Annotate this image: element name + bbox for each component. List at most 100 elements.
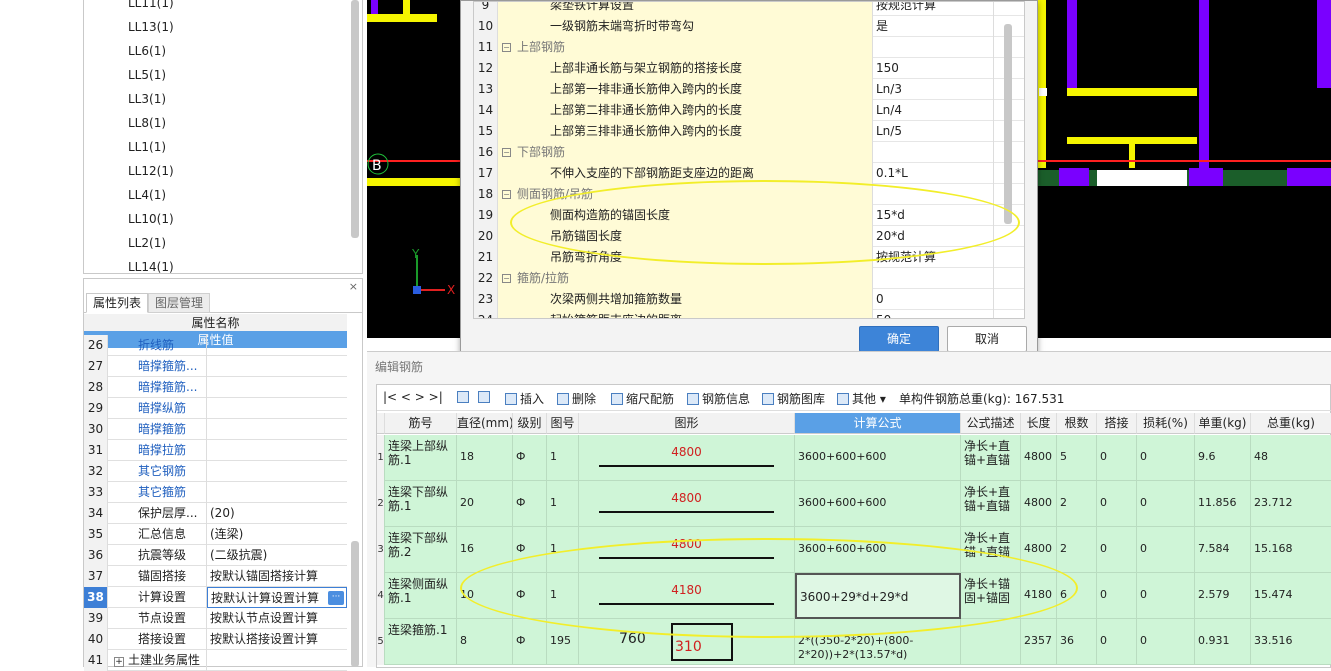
cell-formula[interactable]: 3600+600+600 xyxy=(795,435,961,481)
other-dropdown[interactable]: 其他 ▾ xyxy=(837,390,886,407)
cell-bar-name[interactable]: 连梁下部纵筋.1 xyxy=(385,481,457,527)
cell-lap[interactable]: 0 xyxy=(1097,573,1137,619)
cell-total-weight[interactable]: 33.516 xyxy=(1251,619,1331,665)
column-header-row-number[interactable] xyxy=(377,413,385,434)
column-header-bar-name[interactable]: 筋号 xyxy=(385,413,457,434)
setting-value[interactable]: Ln/5 xyxy=(873,121,994,142)
property-row[interactable]: 26 折线筋 xyxy=(84,335,347,356)
cell-diameter[interactable]: 18 xyxy=(457,435,513,481)
property-value-editor[interactable]: 按默认计算设置计算 ··· xyxy=(207,587,347,608)
settings-row[interactable]: 15 上部第三排非通长筋伸入跨内的长度 Ln/5 xyxy=(474,121,1024,142)
column-header-grade[interactable]: 级别 xyxy=(513,413,547,434)
cell-formula-description[interactable]: 净长+直锚+直锚 xyxy=(961,435,1021,481)
settings-row[interactable]: 9 梁垫铁计算设置 按规范计算 xyxy=(474,2,1024,16)
property-value[interactable] xyxy=(207,482,347,503)
table-row[interactable]: 1 连梁上部纵筋.1 18 Ф 1 4800 3600+600+600 净长+直锚+直锚 480… xyxy=(377,435,1331,481)
settings-row[interactable]: 12 上部非通长筋与架立钢筋的搭接长度 150 xyxy=(474,58,1024,79)
cell-length[interactable]: 2357 xyxy=(1021,619,1057,665)
setting-value[interactable]: 是 xyxy=(873,16,994,37)
expand-icon[interactable]: + xyxy=(114,657,124,667)
column-header-figure-number[interactable]: 图号 xyxy=(547,413,579,434)
move-up-icon[interactable] xyxy=(457,390,472,404)
setting-value[interactable]: Ln/4 xyxy=(873,100,994,121)
rebar-info-button[interactable]: 钢筋信息 xyxy=(687,390,750,407)
cell-bar-name[interactable]: 连梁上部纵筋.1 xyxy=(385,435,457,481)
property-value[interactable] xyxy=(207,461,347,482)
tab-property-list[interactable]: 属性列表 xyxy=(86,293,149,313)
cell-figure-number[interactable]: 1 xyxy=(547,435,579,481)
settings-group-row[interactable]: 22− 箍筋/拉筋 xyxy=(474,268,1024,289)
cell-figure-number[interactable]: 1 xyxy=(547,481,579,527)
table-row[interactable]: 2 连梁下部纵筋.1 20 Ф 1 4800 3600+600+600 净长+直锚+直锚 480… xyxy=(377,481,1331,527)
cell-total-weight[interactable]: 48 xyxy=(1251,435,1331,481)
tree-item[interactable]: LL4(1) xyxy=(128,187,166,203)
column-header-total-weight[interactable]: 总重(kg) xyxy=(1251,413,1331,434)
property-row[interactable]: 41 + 土建业务属性 xyxy=(84,650,347,671)
setting-value[interactable]: Ln/3 xyxy=(873,79,994,100)
cell-diameter[interactable]: 20 xyxy=(457,481,513,527)
tree-item[interactable]: LL6(1) xyxy=(128,43,166,59)
property-value[interactable]: (连梁) xyxy=(207,524,347,545)
property-row[interactable]: 27 暗撑箍筋... xyxy=(84,356,347,377)
property-value[interactable] xyxy=(207,440,347,461)
setting-value[interactable]: 150 xyxy=(873,58,994,79)
collapse-icon[interactable]: − xyxy=(502,274,511,283)
setting-value[interactable]: 0.1*L xyxy=(873,163,994,184)
tree-item[interactable]: LL1(1) xyxy=(128,139,166,155)
cell-formula[interactable]: 3600+600+600 xyxy=(795,481,961,527)
cell-total-weight[interactable]: 23.712 xyxy=(1251,481,1331,527)
property-row-selected[interactable]: 38 计算设置 按默认计算设置计算 ··· xyxy=(84,587,347,608)
cell-grade[interactable]: Ф xyxy=(513,481,547,527)
cell-loss[interactable]: 0 xyxy=(1137,527,1195,573)
ellipsis-button[interactable]: ··· xyxy=(328,591,344,605)
cell-count[interactable]: 2 xyxy=(1057,481,1097,527)
cell-lap[interactable]: 0 xyxy=(1097,527,1137,573)
property-row[interactable]: 37 锚固搭接 按默认锚固搭接计算 xyxy=(84,566,347,587)
property-value[interactable]: 按默认锚固搭接计算 xyxy=(207,566,347,587)
property-row[interactable]: 28 暗撑箍筋... xyxy=(84,377,347,398)
setting-value[interactable]: 50 xyxy=(873,310,994,318)
column-header-diameter[interactable]: 直径(mm) xyxy=(457,413,513,434)
cell-loss[interactable]: 0 xyxy=(1137,481,1195,527)
tree-item[interactable]: LL3(1) xyxy=(128,91,166,107)
tree-item[interactable]: LL8(1) xyxy=(128,115,166,131)
column-header-formula[interactable]: 计算公式 xyxy=(795,413,961,434)
settings-group-row[interactable]: 16− 下部钢筋 xyxy=(474,142,1024,163)
property-value[interactable] xyxy=(207,398,347,419)
settings-row[interactable]: 10 一级钢筋末端弯折时带弯勾是 xyxy=(474,16,1024,37)
property-row[interactable]: 35 汇总信息 (连梁) xyxy=(84,524,347,545)
cell-unit-weight[interactable]: 2.579 xyxy=(1195,573,1251,619)
property-scrollbar[interactable] xyxy=(351,541,359,667)
cell-lap[interactable]: 0 xyxy=(1097,481,1137,527)
ok-button[interactable]: 确定 xyxy=(859,326,939,352)
cell-total-weight[interactable]: 15.168 xyxy=(1251,527,1331,573)
property-value[interactable]: 按默认节点设置计算 xyxy=(207,608,347,629)
property-value[interactable] xyxy=(207,419,347,440)
column-header-shape[interactable]: 图形 xyxy=(579,413,795,434)
settings-row[interactable]: 13 上部第一排非通长筋伸入跨内的长度 Ln/3 xyxy=(474,79,1024,100)
insert-button[interactable]: 插入 xyxy=(505,390,544,407)
cell-unit-weight[interactable]: 11.856 xyxy=(1195,481,1251,527)
property-group-name[interactable]: + 土建业务属性 xyxy=(108,650,207,671)
collapse-icon[interactable]: − xyxy=(502,43,511,52)
cell-grade[interactable]: Ф xyxy=(513,619,547,665)
cell-count[interactable]: 36 xyxy=(1057,619,1097,665)
property-value[interactable] xyxy=(207,335,347,356)
cell-total-weight[interactable]: 15.474 xyxy=(1251,573,1331,619)
cell-lap[interactable]: 0 xyxy=(1097,619,1137,665)
tree-item[interactable]: LL12(1) xyxy=(128,163,174,179)
column-header-lap[interactable]: 搭接 xyxy=(1097,413,1137,434)
property-row[interactable]: 30 暗撑箍筋 xyxy=(84,419,347,440)
tree-scrollbar[interactable] xyxy=(351,0,359,238)
property-value[interactable] xyxy=(207,377,347,398)
property-value[interactable]: (20) xyxy=(207,503,347,524)
settings-row[interactable]: 23 次梁两侧共增加箍筋数量 0 xyxy=(474,289,1024,310)
column-header-length[interactable]: 长度 xyxy=(1021,413,1057,434)
cell-lap[interactable]: 0 xyxy=(1097,435,1137,481)
delete-button[interactable]: 删除 xyxy=(557,390,596,407)
scale-rebar-button[interactable]: 缩尺配筋 xyxy=(611,390,674,407)
cell-bar-name[interactable]: 连梁侧面纵筋.1 xyxy=(385,573,457,619)
tree-item[interactable]: LL14(1) xyxy=(128,259,174,273)
cell-loss[interactable]: 0 xyxy=(1137,435,1195,481)
collapse-icon[interactable]: − xyxy=(502,190,511,199)
